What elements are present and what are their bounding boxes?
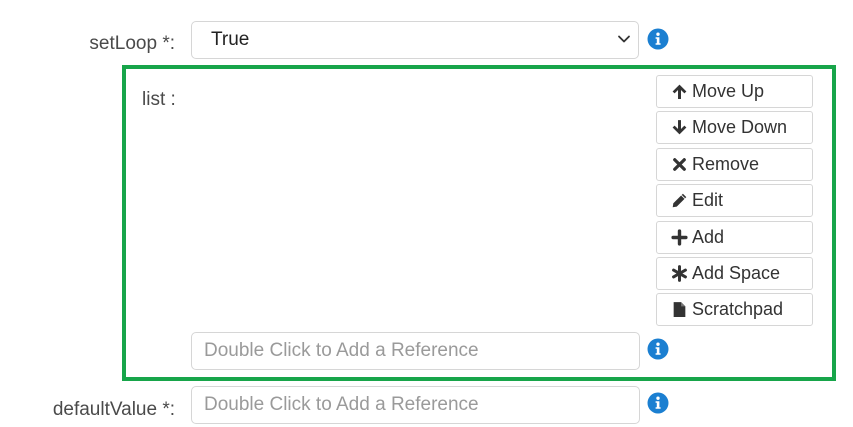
pencil-icon <box>672 193 687 208</box>
add-label: Add <box>692 227 725 247</box>
move-up-label: Move Up <box>692 81 765 101</box>
list-label: list : <box>142 89 176 110</box>
info-icon[interactable] <box>647 338 669 360</box>
set-loop-label: setLoop *: <box>89 33 175 54</box>
form-page: setLoop *: True list : Move Up Move Down… <box>0 0 853 427</box>
move-down-button[interactable]: Move Down <box>656 111 813 144</box>
scratchpad-label: Scratchpad <box>692 299 784 319</box>
set-loop-select[interactable]: True <box>191 21 639 59</box>
default-value-input[interactable] <box>191 386 640 424</box>
times-icon <box>673 158 686 171</box>
set-loop-selected-value: True <box>211 29 250 50</box>
edit-label: Edit <box>692 190 724 210</box>
info-icon[interactable] <box>647 28 669 50</box>
chevron-down-icon <box>618 35 630 43</box>
remove-label: Remove <box>692 154 760 174</box>
asterisk-icon <box>672 265 687 282</box>
file-icon <box>673 302 686 317</box>
add-space-label: Add Space <box>692 263 781 283</box>
move-up-button[interactable]: Move Up <box>656 75 813 108</box>
info-icon[interactable] <box>647 392 669 414</box>
plus-icon <box>671 229 688 246</box>
move-down-label: Move Down <box>692 117 788 137</box>
add-button[interactable]: Add <box>656 221 813 254</box>
add-space-button[interactable]: Add Space <box>656 257 813 290</box>
arrow-up-icon <box>672 84 687 99</box>
scratchpad-button[interactable]: Scratchpad <box>656 293 813 326</box>
remove-button[interactable]: Remove <box>656 148 813 181</box>
arrow-down-icon <box>672 120 687 135</box>
edit-button[interactable]: Edit <box>656 184 813 217</box>
list-reference-input[interactable] <box>191 332 640 370</box>
default-value-label: defaultValue *: <box>52 399 175 420</box>
